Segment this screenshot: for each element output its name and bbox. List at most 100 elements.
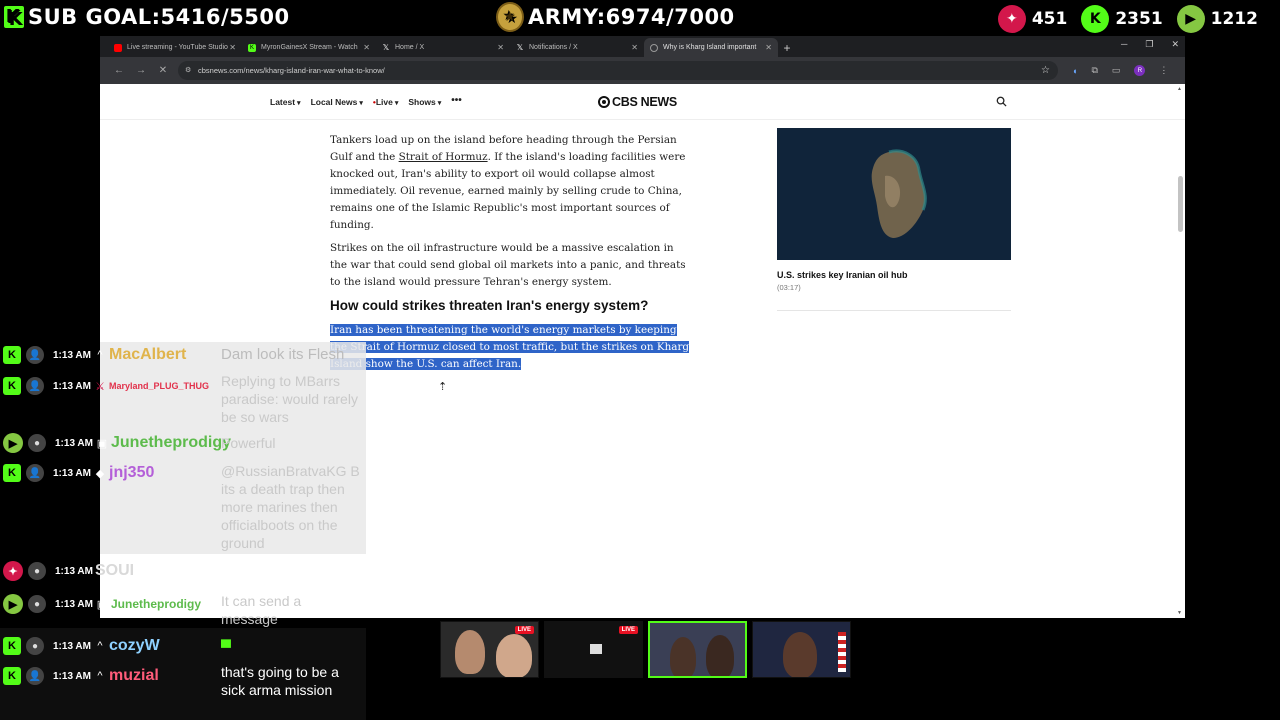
- chat-username[interactable]: cozyW: [109, 637, 160, 655]
- tab-youtube-studio[interactable]: Live streaming - YouTube Studio ✕: [108, 38, 242, 57]
- tab-title: Why is Kharg Island important: [663, 44, 757, 51]
- sword-icon: ⚔: [95, 380, 105, 393]
- tab-title: Home / X: [395, 44, 425, 51]
- avatar: 👤: [26, 464, 44, 482]
- bookmark-star-icon[interactable]: ☆: [1041, 65, 1050, 76]
- chat-text: Powerful: [221, 435, 276, 451]
- live-badge: LIVE: [618, 626, 638, 634]
- avatar: 👤: [26, 377, 44, 395]
- viewer-counters: ✦ 451 K 2351 ▶ 1212: [997, 5, 1258, 33]
- menu-icon[interactable]: ⋮: [1159, 65, 1168, 76]
- chat-username[interactable]: Maryland_PLUG_THUG: [109, 381, 209, 391]
- avatar: 👤: [26, 667, 44, 685]
- reload-icon[interactable]: ✕: [152, 65, 174, 76]
- maximize-icon[interactable]: ❐: [1145, 39, 1153, 50]
- cbs-eye-icon: [598, 96, 610, 108]
- sub-goal-text: SUB GOAL:5416/5500: [28, 5, 290, 29]
- window-controls: ─ ❐ ✕: [1121, 39, 1179, 50]
- emote-icon: ▀: [221, 639, 231, 655]
- tab-x-home[interactable]: 𝕏 Home / X ✕: [376, 38, 510, 57]
- close-icon[interactable]: ✕: [229, 43, 236, 52]
- scroll-down-icon[interactable]: ▼: [1177, 610, 1182, 616]
- chat-username[interactable]: MacAlbert: [109, 346, 186, 364]
- army-goal-text: ARMY:6974/7000: [528, 5, 735, 29]
- chat-username[interactable]: Junetheprodigy: [111, 434, 231, 452]
- chat-message: ▶ ● 1:13 AM ▣ Junetheprodigy: [0, 432, 231, 454]
- avatar: ●: [26, 637, 44, 655]
- chat-username[interactable]: muzial: [109, 667, 159, 685]
- extensions-icon[interactable]: ⧉: [1091, 65, 1097, 76]
- profile-avatar[interactable]: R: [1134, 65, 1146, 76]
- forward-icon[interactable]: →: [130, 65, 152, 76]
- cbs-news-logo[interactable]: CBS NEWS: [598, 95, 677, 109]
- tab-kick-stream[interactable]: K MyronGainesX Stream - Watch ✕: [242, 38, 376, 57]
- emote-icons: ☠ ▦: [221, 561, 251, 577]
- cam-strip: LIVE LIVE: [440, 621, 851, 678]
- search-icon[interactable]: [996, 96, 1007, 107]
- back-icon[interactable]: ←: [108, 65, 130, 76]
- video-thumbnail[interactable]: [777, 128, 1011, 260]
- url-field[interactable]: ⚙ cbsnews.com/news/kharg-island-iran-war…: [178, 61, 1058, 80]
- video-title[interactable]: U.S. strikes key Iranian oil hub: [777, 270, 1011, 280]
- sidepanel-icon[interactable]: ▭: [1112, 65, 1121, 76]
- chat-text: It can send a message: [221, 593, 302, 627]
- chevron-down-icon: ▾: [359, 100, 363, 107]
- tab-cbs-article[interactable]: Why is Kharg Island important ✕: [644, 38, 778, 57]
- tab-x-notifications[interactable]: 𝕏 Notifications / X ✕: [510, 38, 644, 57]
- chat-username[interactable]: jnj350: [109, 464, 154, 482]
- scrollbar-thumb[interactable]: [1178, 176, 1183, 232]
- article-paragraph-selected: Iran has been threatening the world's en…: [330, 322, 692, 373]
- counter-value: 451: [1031, 9, 1068, 29]
- minimize-icon[interactable]: ─: [1121, 39, 1127, 50]
- live-badge: LIVE: [514, 626, 534, 634]
- more-icon[interactable]: •••: [451, 96, 462, 107]
- red-icon: ✦: [3, 561, 23, 581]
- youtube-icon: [114, 43, 122, 52]
- counter-value: 2351: [1115, 9, 1163, 29]
- avatar: ●: [28, 562, 46, 580]
- chevron-down-icon: ▾: [394, 100, 399, 107]
- tab-strip: Live streaming - YouTube Studio ✕ K Myro…: [100, 36, 1185, 57]
- sub-goal: K SUB GOAL:5416/5500: [4, 0, 290, 34]
- chat-username[interactable]: Junetheprodigy: [111, 597, 201, 611]
- url-text: cbsnews.com/news/kharg-island-iran-war-w…: [198, 66, 385, 75]
- cam-feed-selected[interactable]: [648, 621, 747, 678]
- nav-latest[interactable]: Latest ▾: [270, 97, 301, 107]
- chevron-down-icon: ▾: [297, 100, 301, 107]
- chat-username[interactable]: SOUI: [95, 562, 134, 580]
- person-silhouette: [706, 635, 734, 676]
- tab-title: Live streaming - YouTube Studio: [127, 44, 228, 51]
- chat-message: ✦ ● 1:13 AM SOUI: [0, 560, 134, 582]
- chat-text: @RussianBratvaKG B its a death trap then…: [221, 463, 360, 551]
- close-icon[interactable]: ✕: [765, 43, 772, 52]
- audio-icon[interactable]: ◖: [1072, 66, 1077, 76]
- nav-local-news[interactable]: Local News ▾: [311, 97, 363, 107]
- rumble-icon: ▶: [3, 594, 23, 614]
- chat-time: 1:13 AM: [55, 565, 93, 577]
- counter-red: ✦ 451: [997, 5, 1068, 33]
- extensions-bar: ◖ ⧉ ▭ R ⋮: [1072, 65, 1168, 76]
- video-card[interactable]: U.S. strikes key Iranian oil hub (03:17): [777, 128, 1011, 311]
- chat-message: ▶ ● 1:13 AM ▣ Junetheprodigy: [0, 593, 201, 615]
- chevron-up-icon: ^: [97, 670, 103, 682]
- strait-of-hormuz-link[interactable]: Strait of Hormuz: [399, 151, 488, 163]
- close-icon[interactable]: ✕: [497, 43, 504, 52]
- counter-rumble: ▶ 1212: [1176, 5, 1258, 33]
- article-subheading: How could strikes threaten Iran's energy…: [330, 298, 649, 313]
- nav-live[interactable]: •Live ▾: [373, 97, 399, 107]
- chat-time: 1:13 AM: [53, 349, 91, 361]
- new-tab-button[interactable]: +: [778, 38, 796, 57]
- diamond-icon: ◆: [95, 467, 105, 480]
- site-info-icon[interactable]: ⚙: [185, 66, 191, 74]
- close-icon[interactable]: ✕: [631, 43, 638, 52]
- scroll-up-icon[interactable]: ▲: [1177, 86, 1182, 92]
- cam-feed[interactable]: [752, 621, 851, 678]
- chat-time: 1:13 AM: [53, 380, 91, 392]
- cam-feed[interactable]: LIVE: [440, 621, 539, 678]
- kick-icon: K: [3, 637, 21, 655]
- close-icon[interactable]: ✕: [363, 43, 370, 52]
- nav-shows[interactable]: Shows ▾: [408, 97, 441, 107]
- cam-feed[interactable]: LIVE: [544, 621, 643, 678]
- avatar: ●: [28, 434, 46, 452]
- close-window-icon[interactable]: ✕: [1171, 39, 1179, 50]
